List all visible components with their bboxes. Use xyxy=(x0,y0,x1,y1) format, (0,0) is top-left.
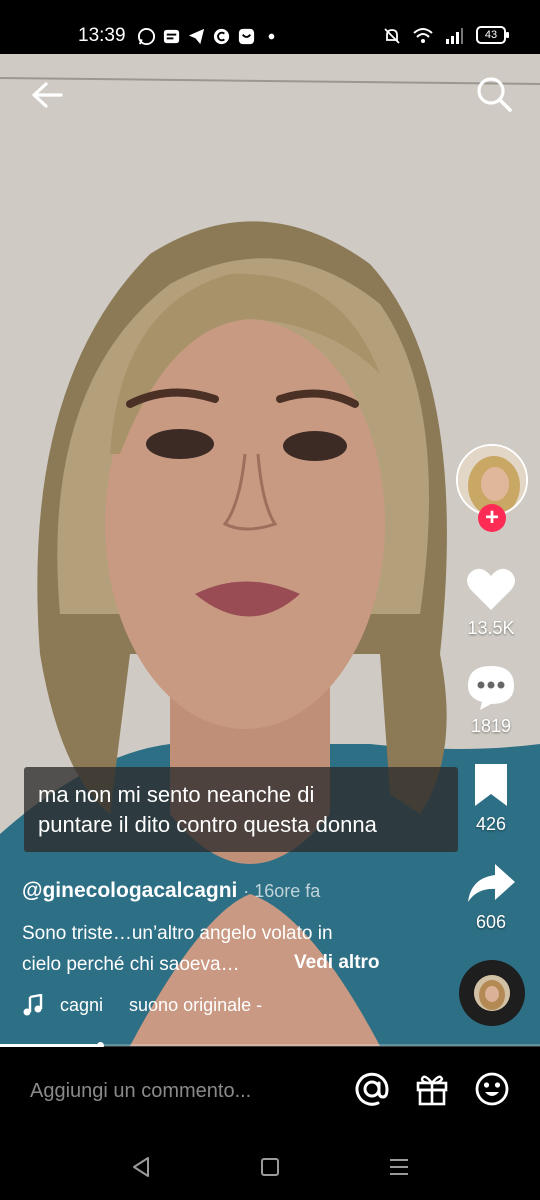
save-button[interactable]: 426 xyxy=(451,762,531,835)
caption-line-1: ma non mi sento neanche di xyxy=(38,782,315,807)
disc-cover xyxy=(474,975,510,1011)
emoji-button[interactable] xyxy=(474,1071,510,1107)
emoji-icon xyxy=(475,1072,509,1106)
message-icon xyxy=(162,27,181,46)
status-bar: 13:39 43 xyxy=(0,0,540,54)
heart-icon xyxy=(467,568,515,610)
gift-icon xyxy=(416,1075,448,1106)
comment-input[interactable]: Aggiungi un commento... xyxy=(30,1077,330,1105)
share-icon xyxy=(468,864,515,902)
caption-line-2: puntare il dito contro questa donna xyxy=(38,812,377,837)
share-count: 606 xyxy=(475,912,507,932)
video-caption: ma non mi sento neanche di puntare il di… xyxy=(24,767,458,852)
comment-count: 1819 xyxy=(470,716,512,736)
wifi-icon xyxy=(413,28,433,43)
shop-icon xyxy=(237,27,256,46)
more-dot-icon xyxy=(262,27,281,46)
post-time-value: 16ore fa xyxy=(254,881,321,901)
like-count: 13.5K xyxy=(467,618,515,638)
nav-back-icon xyxy=(133,1157,149,1177)
signal-icon xyxy=(446,28,463,44)
nav-home-button[interactable] xyxy=(258,1155,282,1179)
music-title: suono originale - xyxy=(129,994,263,1015)
nav-recents-icon xyxy=(390,1159,408,1175)
nav-home-icon xyxy=(261,1158,279,1176)
comment-bar: Aggiungi un commento... xyxy=(0,1047,540,1135)
nav-recents-button[interactable] xyxy=(387,1155,411,1179)
music-info[interactable]: cagni suono originale - xyxy=(22,991,262,1019)
app-icon xyxy=(212,27,231,46)
system-nav-bar xyxy=(0,1135,540,1200)
save-count: 426 xyxy=(475,814,507,834)
music-artist: cagni xyxy=(60,994,104,1015)
share-button[interactable]: 606 xyxy=(451,860,531,933)
description-line-1: Sono triste…un’altro angelo volato in xyxy=(22,923,333,944)
comment-bubble-icon xyxy=(468,666,514,710)
music-note-icon xyxy=(23,994,43,1016)
comment-button[interactable]: 1819 xyxy=(451,664,531,737)
nav-back-button[interactable] xyxy=(129,1155,153,1179)
whatsapp-icon xyxy=(137,27,156,46)
at-icon xyxy=(355,1072,389,1106)
mention-button[interactable] xyxy=(354,1071,390,1107)
follow-button[interactable]: + xyxy=(478,504,506,532)
gift-button[interactable] xyxy=(414,1071,450,1107)
notification-icons xyxy=(137,24,281,48)
telegram-icon xyxy=(187,27,206,46)
search-icon xyxy=(477,77,512,112)
author-line: @ginecologacalcagni · 16ore fa xyxy=(22,877,320,905)
system-icons xyxy=(382,24,464,48)
back-arrow-icon xyxy=(32,82,63,108)
battery-indicator: 43 xyxy=(476,26,509,44)
mute-icon xyxy=(384,28,400,44)
back-button[interactable] xyxy=(28,76,66,114)
creator-avatar[interactable]: + xyxy=(456,444,528,532)
bookmark-icon xyxy=(475,764,507,806)
post-time: · 16ore fa xyxy=(243,881,321,901)
like-button[interactable]: 13.5K xyxy=(451,566,531,639)
music-disc[interactable] xyxy=(459,960,525,1026)
see-more-link[interactable]: Vedi altro xyxy=(294,948,380,978)
author-name[interactable]: @ginecologacalcagni xyxy=(22,879,237,902)
search-button[interactable] xyxy=(474,74,514,114)
status-time: 13:39 xyxy=(78,25,126,46)
